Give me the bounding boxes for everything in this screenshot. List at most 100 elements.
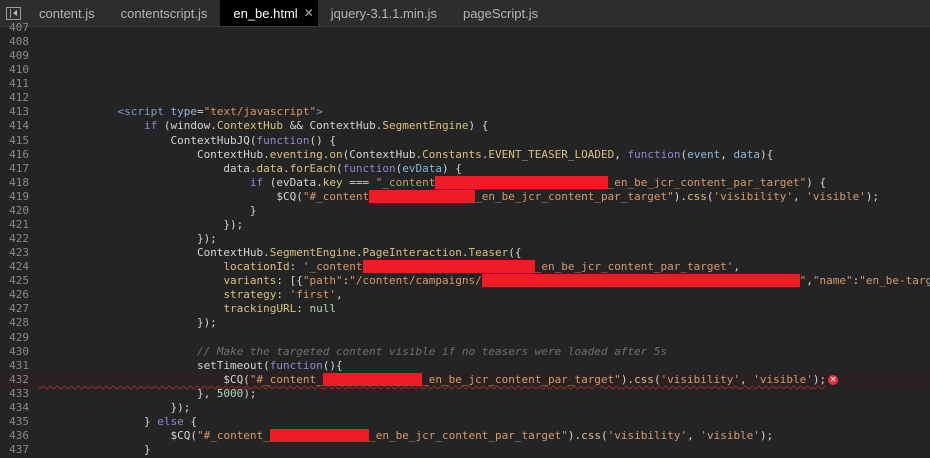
code-token: $CQ( xyxy=(38,429,197,443)
line-number: 431 xyxy=(9,358,29,372)
code-line[interactable]: 411 xyxy=(0,77,930,91)
code-text: ContextHubJQ(function() { xyxy=(38,134,336,148)
code-line[interactable]: 422 }); xyxy=(0,232,930,246)
code-line[interactable]: 414 if (window.ContextHub && ContextHub.… xyxy=(0,119,930,133)
code-token: strategy xyxy=(223,288,277,302)
close-icon[interactable]: ✕ xyxy=(304,6,314,20)
redaction-bar xyxy=(369,189,476,203)
code-token: <script xyxy=(117,105,171,119)
code-text: } xyxy=(38,443,151,457)
code-token: { xyxy=(183,414,197,428)
code-line[interactable]: 418 if (evData.key === "_content _en_be_… xyxy=(0,175,930,190)
code-token: variants xyxy=(223,274,277,288)
line-number: 414 xyxy=(9,119,29,133)
code-token: "#_content_ xyxy=(249,372,323,386)
code-token: 'visible' xyxy=(806,189,866,203)
code-token: , xyxy=(614,147,628,161)
code-token: ( xyxy=(336,161,343,175)
code-token: }); xyxy=(38,316,217,330)
code-text: }); xyxy=(38,316,217,330)
code-line[interactable]: 426 strategy: 'first', xyxy=(0,288,930,302)
code-text: trackingURL: null xyxy=(38,302,336,316)
line-number: 413 xyxy=(9,105,29,119)
code-line[interactable]: 408 xyxy=(0,35,930,49)
code-token: : xyxy=(296,302,310,316)
code-token: null xyxy=(309,302,337,316)
code-line[interactable]: 435 } else { xyxy=(0,415,930,429)
code-line[interactable]: 423 ContextHub.SegmentEngine.PageInterac… xyxy=(0,246,930,260)
code-line[interactable]: 428 }); xyxy=(0,316,930,330)
code-text: data.data.forEach(function(evData) { xyxy=(38,161,461,176)
code-text: locationId: '_content _en_be_jcr_content… xyxy=(38,260,740,274)
code-token: ( xyxy=(600,429,608,443)
line-number: 433 xyxy=(9,386,29,400)
code-line[interactable]: 409 xyxy=(0,49,930,63)
code-token: 'visible' xyxy=(700,429,760,443)
code-token: $CQ( xyxy=(38,189,303,203)
code-token: evData xyxy=(402,161,443,175)
code-token: (){ xyxy=(322,358,343,372)
code-line[interactable]: 436 $CQ("#_content_ _en_be_jcr_content_p… xyxy=(0,429,930,443)
code-token: function xyxy=(342,161,396,175)
code-line[interactable]: 407 xyxy=(0,21,930,35)
code-line[interactable]: 437 } xyxy=(0,443,930,457)
code-editor[interactable]: 407 408 409 410 411 412 413 <script type="text… xyxy=(0,21,930,458)
code-token: ). xyxy=(673,189,688,203)
line-number: 434 xyxy=(9,400,29,414)
code-token: > xyxy=(316,105,323,119)
code-token: '_content xyxy=(302,260,363,274)
code-text: // Make the targeted content visible if … xyxy=(38,345,667,359)
code-token: else xyxy=(157,414,184,428)
code-line[interactable]: 416 ContextHub.eventing.on(ContextHub.Co… xyxy=(0,148,930,162)
code-token: "_content xyxy=(375,175,436,189)
code-token: "text/javascript" xyxy=(203,105,317,119)
code-line[interactable]: 430 // Make the targeted content visible… xyxy=(0,345,930,359)
code-line[interactable]: 429 xyxy=(0,331,930,345)
code-line[interactable]: 427 trackingURL: null xyxy=(0,302,930,316)
code-line[interactable]: 431 setTimeout(function(){ xyxy=(0,359,930,373)
line-number: 410 xyxy=(9,63,29,77)
code-token: _en_be_jcr_content_par_target" xyxy=(422,372,621,386)
code-token: function xyxy=(256,133,310,147)
code-token: , xyxy=(720,147,734,161)
line-number: 412 xyxy=(9,91,29,105)
code-text: variants: [{"path":"/content/campaigns/ … xyxy=(38,274,930,288)
code-token: ) { xyxy=(806,175,827,189)
code-line[interactable]: 425 variants: [{"path":"/content/campaig… xyxy=(0,274,930,288)
code-line[interactable]: 432 $CQ("#_content_ _en_be_jcr_content_p… xyxy=(0,372,930,387)
code-line[interactable]: 412 xyxy=(0,91,930,105)
code-token: _en_be_jcr_content_par_target" xyxy=(607,175,807,189)
code-line[interactable]: 434 }); xyxy=(0,401,930,415)
code-line[interactable]: 417 data.data.forEach(function(evData) { xyxy=(0,162,930,176)
panel-toggle-icon xyxy=(5,6,21,20)
code-line[interactable]: 415 ContextHubJQ(function() { xyxy=(0,134,930,148)
line-number: 436 xyxy=(9,429,29,443)
code-token: . xyxy=(283,161,290,175)
code-token: EVENT_TEASER_LOADED xyxy=(488,147,615,161)
code-token: === xyxy=(342,175,376,189)
code-line[interactable]: 421 }); xyxy=(0,218,930,232)
code-line[interactable]: 433 }, 5000); xyxy=(0,387,930,401)
code-token: ). xyxy=(620,372,635,386)
code-text: }); xyxy=(38,218,243,232)
tab-label: pageScript.js xyxy=(462,5,539,21)
code-token: ){ xyxy=(759,147,774,161)
code-token: 'visibility' xyxy=(660,372,741,386)
line-number: 432 xyxy=(9,372,29,386)
code-token: ContextHub xyxy=(216,119,284,133)
line-number: 435 xyxy=(9,414,29,428)
code-text: setTimeout(function(){ xyxy=(38,359,343,373)
code-line[interactable]: 420 } xyxy=(0,204,930,218)
code-line[interactable]: 424 locationId: '_content _en_be_jcr_con… xyxy=(0,260,930,274)
redaction-bar xyxy=(435,175,608,189)
code-token: . xyxy=(355,246,363,260)
error-icon[interactable]: ✕ xyxy=(828,374,839,385)
redaction-bar xyxy=(481,274,800,288)
code-text: <script type="text/javascript"> xyxy=(38,105,323,119)
line-number: 407 xyxy=(9,21,29,34)
code-line[interactable]: 410 xyxy=(0,63,930,77)
code-line[interactable]: 419 $CQ("#_content _en_be_jcr_content_pa… xyxy=(0,189,930,204)
code-token: }); xyxy=(38,400,191,414)
code-line[interactable]: 413 <script type="text/javascript"> xyxy=(0,105,930,119)
